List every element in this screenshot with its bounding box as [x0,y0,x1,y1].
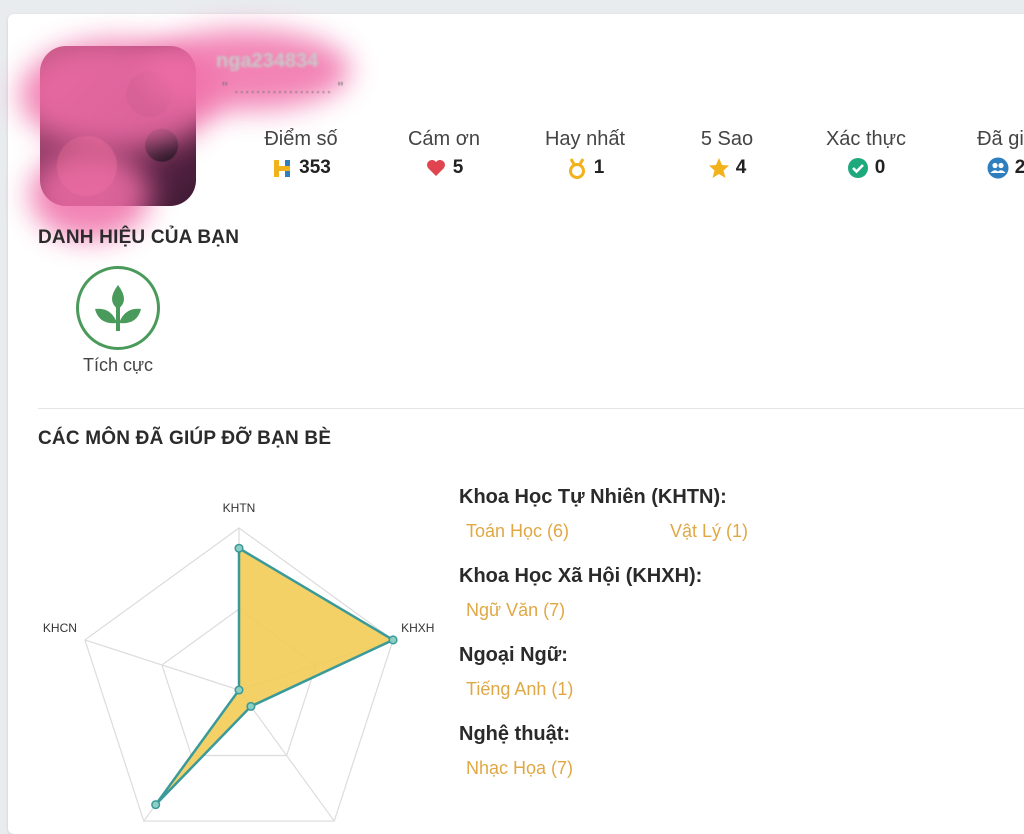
radar-point [151,800,161,810]
radar-axis-line [84,639,240,691]
divider [38,408,1024,409]
stat-value: 0 [874,157,886,178]
badge-active[interactable] [76,266,160,350]
radar-point [234,685,244,695]
profile-quote: " .................. " [222,80,345,97]
radar-point [246,701,256,711]
stat-helped: Đã giú 2 [946,128,1024,179]
stat-thanks: Cám ơn 5 [384,128,504,179]
subject-group-heading: Nghệ thuật: [459,723,571,745]
stat-value: 353 [299,157,331,178]
medal-icon [568,158,585,179]
heart-icon [426,160,445,176]
stat-points: Điểm số 353 [241,128,361,179]
stat-value: 5 [452,157,464,178]
radar-point [234,543,244,553]
subject-link[interactable]: Nhạc Họa (7) [466,758,573,779]
subjects-radar-chart: KHTN KHXH KHCN [43,501,434,822]
radar-axis-label: KHCN [43,621,77,635]
stats-bar: Điểm số 353 Cám ơn 5 Hay nhất 1 5 Sao 4 … [0,128,1024,188]
stat-five-star: 5 Sao 4 [667,128,787,179]
badge-label: Tích cực [82,355,154,375]
stat-value: 1 [593,157,605,178]
stat-value: 2 [1014,157,1024,178]
subject-group-heading: Ngoại Ngữ: [459,644,568,666]
verified-check-icon [847,158,868,178]
subject-link[interactable]: Tiếng Anh (1) [466,679,573,700]
username[interactable]: nga234834 [216,50,318,73]
stat-label: Điểm số [264,128,338,150]
subject-link[interactable]: Vật Lý (1) [670,521,748,542]
stat-best: Hay nhất 1 [525,128,645,179]
stat-label: Cám ơn [407,128,481,150]
radar-axis-label: KHTN [223,501,256,515]
radar-axis-label: KHXH [401,621,434,635]
stat-label: 5 Sao [700,128,754,150]
leaf-sprout-icon [95,285,141,331]
subjects-heading: CÁC MÔN ĐÃ GIÚP ĐỠ BẠN BÈ [38,428,332,449]
people-icon [987,157,1009,179]
hoidap-h-icon [274,160,291,177]
stat-label: Xác thực [825,128,907,150]
subject-group-heading: Khoa Học Xã Hội (KHXH): [459,565,703,587]
stat-verified: Xác thực 0 [806,128,926,179]
stat-value: 4 [735,157,747,178]
subject-group-heading: Khoa Học Tự Nhiên (KHTN): [459,486,727,508]
stat-label: Đã giú [977,128,1024,150]
titles-heading: DANH HIỆU CỦA BẠN [38,227,240,248]
stat-label: Hay nhất [544,128,626,150]
star-icon [708,158,729,178]
subject-link[interactable]: Toán Học (6) [466,521,569,542]
subject-link[interactable]: Ngữ Văn (7) [466,600,565,621]
radar-point [388,635,398,645]
radar-series-area [154,546,396,806]
